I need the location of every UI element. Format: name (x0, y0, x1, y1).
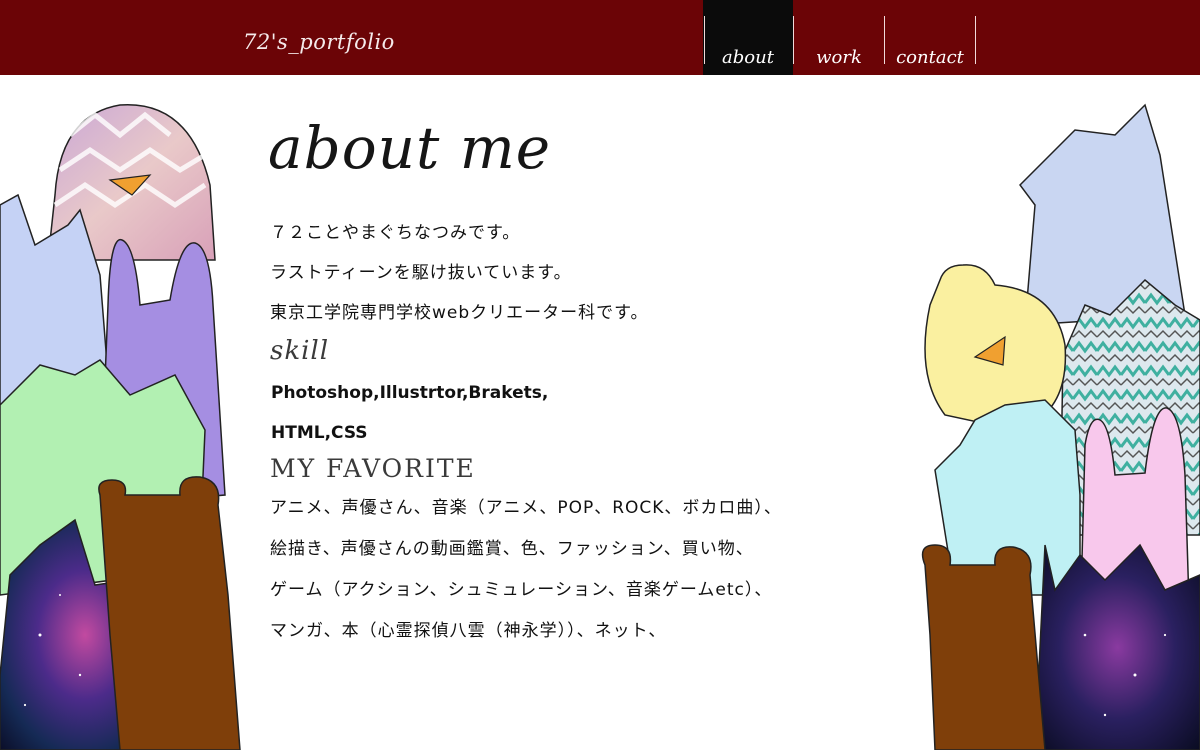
brown-bear-character (921, 544, 1046, 750)
main-nav: about work contact (703, 0, 1003, 75)
skill-list: Photoshop,Illustrtor,Brakets, HTML,CSS (271, 373, 548, 453)
brown-bear-character (98, 476, 241, 750)
right-illustration (921, 103, 1200, 750)
intro-line: ７２ことやまぐちなつみです。 (270, 223, 521, 243)
nav-item-label: about (722, 47, 774, 68)
favorite-line: マンガ、本（心霊探偵八雲（神永学））、ネット、 (270, 621, 667, 641)
favorite-line: ゲーム（アクション、シュミュレーション、音楽ゲームetc）、 (270, 580, 773, 600)
skill-heading: skill (270, 336, 330, 366)
favorite-list: アニメ、声優さん、音楽（アニメ、POP、ROCK、ボカロ曲）、 絵描き、声優さん… (270, 488, 782, 652)
nav-item-about[interactable]: about (703, 0, 793, 75)
nav-item-label: work (816, 47, 862, 68)
nav-item-work[interactable]: work (794, 0, 884, 75)
intro-line: ラストティーンを駆け抜いています。 (270, 263, 572, 283)
site-header: 72's_portfolio about work contact (0, 0, 1200, 75)
nav-item-label: contact (896, 47, 964, 68)
nav-divider (704, 16, 705, 64)
skill-line: Photoshop,Illustrtor,Brakets, (271, 383, 549, 403)
skill-line: HTML,CSS (271, 423, 368, 443)
favorite-line: アニメ、声優さん、音楽（アニメ、POP、ROCK、ボカロ曲）、 (270, 498, 782, 518)
nav-item-contact[interactable]: contact (885, 0, 975, 75)
left-illustration (0, 104, 241, 750)
site-logo[interactable]: 72's_portfolio (243, 30, 395, 54)
intro-text: ７２ことやまぐちなつみです。 ラストティーンを駆け抜いています。 東京工学院専門… (270, 213, 648, 333)
page-title: about me (268, 114, 552, 182)
favorite-line: 絵描き、声優さんの動画鑑賞、色、ファッション、買い物、 (270, 539, 754, 559)
intro-line: 東京工学院専門学校webクリエーター科です。 (270, 303, 649, 323)
favorite-heading: MY FAVORITE (270, 454, 476, 483)
nav-divider (975, 16, 976, 64)
